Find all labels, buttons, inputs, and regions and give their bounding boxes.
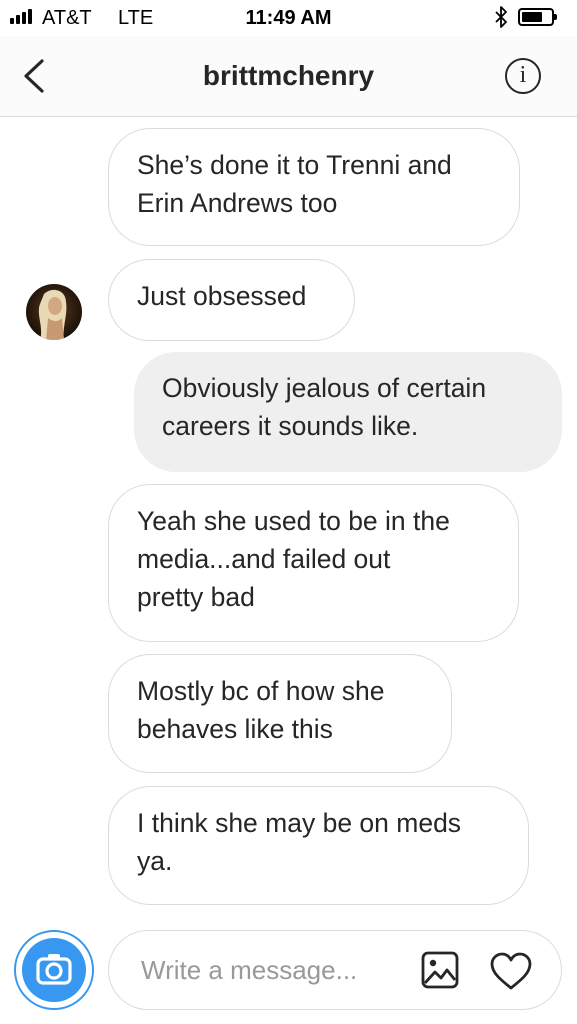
message-bubble-incoming[interactable]: Yeah she used to be in the media...and f… — [108, 484, 519, 642]
status-time: 11:49 AM — [245, 7, 332, 29]
message-line: She’s done it to Trenni and — [137, 150, 452, 180]
avatar[interactable] — [26, 284, 82, 340]
message-bubble-incoming[interactable]: Mostly bc of how she behaves like this — [108, 654, 452, 773]
heart-icon[interactable] — [489, 951, 533, 991]
conversation-title[interactable]: brittmchenry — [0, 60, 577, 92]
gallery-icon[interactable] — [421, 951, 459, 989]
info-button[interactable]: i — [505, 58, 541, 94]
message-line: ya. — [137, 846, 173, 876]
message-line: behaves like this — [137, 714, 333, 744]
message-line: pretty bad — [137, 582, 255, 612]
message-bubble-outgoing[interactable]: Obviously jealous of certain careers it … — [134, 352, 562, 472]
bluetooth-icon — [495, 6, 507, 28]
message-input[interactable] — [141, 951, 401, 989]
message-line: Yeah she used to be in the — [137, 506, 450, 536]
message-line: Just obsessed — [137, 281, 307, 311]
message-bubble-incoming[interactable]: I think she may be on meds ya. — [108, 786, 529, 905]
status-bar: AT&T LTE 11:49 AM — [0, 0, 577, 36]
conversation-header: brittmchenry i — [0, 36, 577, 117]
message-bubble-incoming[interactable]: Just obsessed — [108, 259, 355, 341]
message-line: Erin Andrews too — [137, 188, 338, 218]
message-line: Obviously jealous of certain — [162, 373, 487, 403]
camera-icon — [36, 954, 72, 985]
message-line: I think she may be on meds — [137, 808, 462, 838]
message-line: media...and failed out — [137, 544, 391, 574]
message-composer — [108, 930, 562, 1010]
message-bubble-incoming[interactable]: She’s done it to Trenni and Erin Andrews… — [108, 128, 520, 246]
battery-icon — [518, 8, 557, 26]
message-line: careers it sounds like. — [162, 411, 419, 441]
message-line: Mostly bc of how she — [137, 676, 385, 706]
camera-button[interactable] — [14, 930, 94, 1010]
